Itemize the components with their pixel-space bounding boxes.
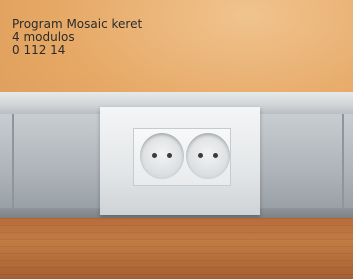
socket-pin [152,153,157,158]
floor-grain [0,218,353,279]
trunking-seam-left [12,114,14,208]
socket-pin [213,153,218,158]
product-photo: Program Mosaic keret 4 modulos 0 112 14 [0,0,353,279]
socket-pin [198,153,203,158]
caption-line-3: 0 112 14 [12,43,66,57]
power-socket-right [186,133,230,179]
power-socket-left [140,133,184,179]
socket-pin [167,153,172,158]
trunking-seam-right [342,114,344,208]
caption: Program Mosaic keret 4 modulos 0 112 14 [12,18,142,57]
